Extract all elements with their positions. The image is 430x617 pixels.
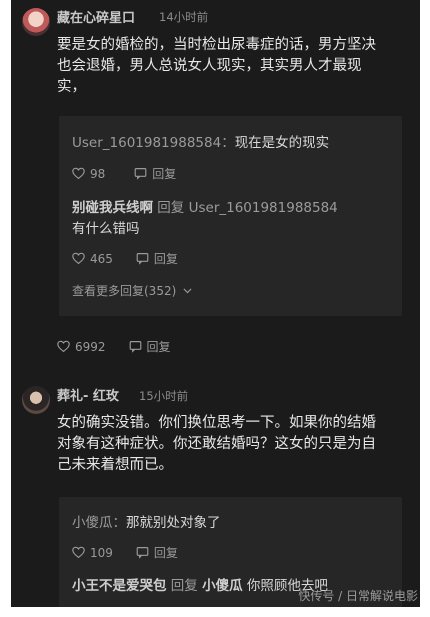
- reply-author[interactable]: 别碰我兵线啊: [72, 200, 153, 216]
- reply-separator: ：: [221, 135, 235, 151]
- comment-bubble-icon[interactable]: [136, 546, 149, 559]
- reply-author[interactable]: 小王不是爱哭包: [72, 578, 167, 594]
- comment-feed: 藏在心碎星口 14小时前 要是女的婚检的，当时检出尿毒症的话，男方坚决 也会退婚…: [11, 0, 420, 607]
- reply-author[interactable]: 小傻瓜: [72, 515, 113, 531]
- heart-icon[interactable]: [72, 546, 85, 559]
- comment-bubble-icon[interactable]: [129, 340, 142, 353]
- reply-button[interactable]: 回复: [147, 338, 171, 355]
- reply-box: User_1601981988584：现在是女的现实 98 回复 别碰我兵线啊 …: [59, 116, 402, 316]
- comment-text-line: 实，: [57, 79, 86, 95]
- like-count: 465: [90, 251, 113, 266]
- reply-button[interactable]: 回复: [154, 544, 178, 561]
- heart-icon[interactable]: [57, 340, 70, 353]
- view-more-replies[interactable]: 查看更多回复(352): [72, 282, 194, 299]
- reply-separator: ：: [112, 515, 127, 531]
- watermark: 快传号 / 日常解说电影: [298, 589, 418, 603]
- reply-item: 小傻瓜：那就别处对象了: [72, 511, 221, 531]
- comment-text: 要是女的婚检的，当时检出尿毒症的话，男方坚决 也会退婚，男人总说女人现实，其实男…: [57, 35, 407, 98]
- reply-text: 现在是女的现实: [234, 135, 330, 151]
- comment-text-line: 己未来着想而已。: [57, 457, 173, 473]
- heart-icon[interactable]: [72, 167, 85, 180]
- comment-text: 女的确实没错。你们换位思考一下。如果你的结婚 对象有这种症状。你还敢结婚吗？这女…: [57, 413, 407, 476]
- comment-author[interactable]: 藏在心碎星口: [57, 7, 135, 26]
- reply-actions: 98 回复: [72, 165, 176, 182]
- like-count: 109: [90, 545, 113, 560]
- comment-text-line: 要是女的婚检的，当时检出尿毒症的话，男方坚决: [57, 37, 376, 53]
- comment-actions: 6992 回复: [57, 338, 171, 355]
- comment-bubble-icon[interactable]: [134, 167, 147, 180]
- reply-word: 回复: [157, 200, 185, 216]
- reply-item: User_1601981988584：现在是女的现实: [72, 131, 329, 151]
- heart-icon[interactable]: [72, 252, 85, 265]
- reply-actions: 465 回复: [72, 250, 178, 267]
- comment-author[interactable]: 葬礼- 红玫: [57, 385, 119, 404]
- comment-text-line: 女的确实没错。你们换位思考一下。如果你的结婚: [57, 415, 376, 431]
- comment-time: 14小时前: [159, 10, 209, 24]
- comment-text-line: 对象有这种症状。你还敢结婚吗？这女的只是为自: [57, 436, 376, 452]
- reply-text: 有什么错吗: [72, 221, 140, 237]
- reply-text: 那就别处对象了: [126, 515, 221, 531]
- comment-time: 15小时前: [139, 389, 189, 403]
- comment-text-line: 也会退婚，男人总说女人现实，其实男人才最现: [57, 58, 362, 74]
- reply-actions: 109 回复: [72, 544, 178, 561]
- reply-target[interactable]: 小傻瓜: [202, 578, 243, 594]
- reply-item: 小王不是爱哭包 回复 小傻瓜 你照顾他去吧: [72, 574, 328, 594]
- reply-author[interactable]: User_1601981988584: [72, 135, 221, 151]
- avatar[interactable]: [22, 8, 50, 36]
- chevron-down-icon[interactable]: [181, 284, 194, 297]
- reply-button[interactable]: 回复: [154, 250, 178, 267]
- avatar[interactable]: [22, 386, 50, 414]
- like-count: 98: [90, 166, 106, 181]
- view-more-label[interactable]: 查看更多回复(352): [72, 282, 176, 299]
- reply-item: 别碰我兵线啊 回复 User_1601981988584: [72, 196, 338, 216]
- reply-button[interactable]: 回复: [152, 165, 176, 182]
- reply-word: 回复: [170, 578, 198, 594]
- reply-target[interactable]: User_1601981988584: [189, 200, 338, 216]
- comment-bubble-icon[interactable]: [136, 252, 149, 265]
- like-count: 6992: [75, 339, 106, 354]
